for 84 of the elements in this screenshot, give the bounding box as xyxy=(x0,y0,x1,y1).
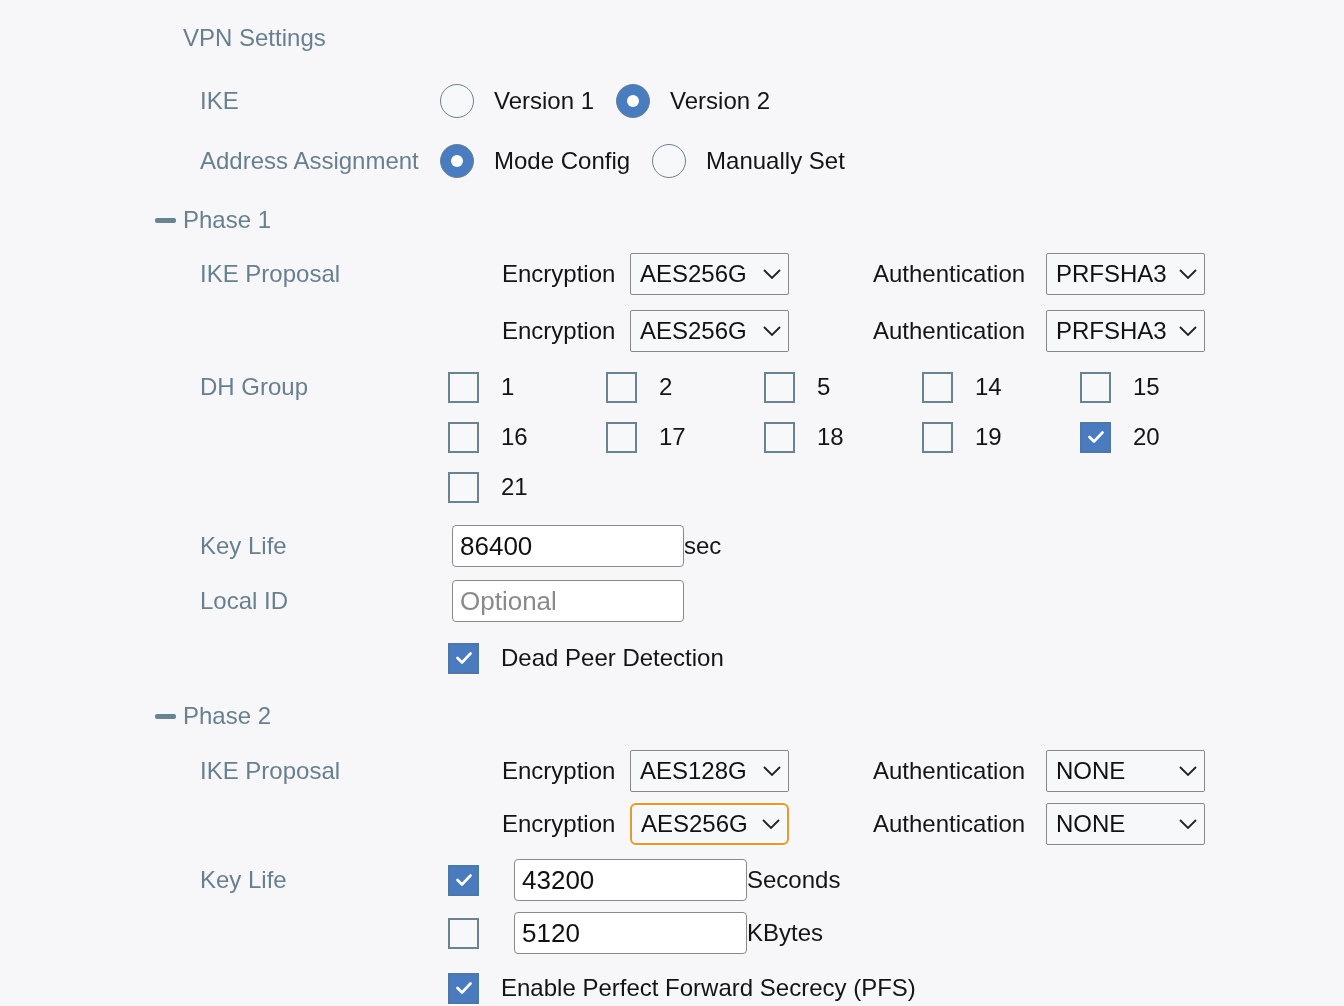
radio-button[interactable] xyxy=(652,144,687,178)
dropdown[interactable]: AES256G xyxy=(630,310,789,352)
text-field[interactable]: 86400 xyxy=(452,525,684,567)
checkbox[interactable] xyxy=(448,917,479,949)
checkbox-label[interactable]: 20 xyxy=(1133,419,1160,455)
field-label: Encryption xyxy=(502,809,616,839)
checkbox-label[interactable]: 21 xyxy=(501,469,528,505)
field-label: Local ID xyxy=(200,586,289,616)
field-label: IKE xyxy=(200,86,239,116)
checkbox-label[interactable]: 5 xyxy=(817,369,831,405)
text-field[interactable]: Optional xyxy=(452,580,684,622)
dropdown[interactable]: NONE xyxy=(1046,803,1205,845)
checkbox[interactable] xyxy=(1080,421,1111,453)
checkbox[interactable] xyxy=(448,421,479,453)
checkbox[interactable] xyxy=(606,421,637,453)
section-heading[interactable]: Phase 1 xyxy=(183,202,272,238)
checkbox[interactable] xyxy=(922,421,953,453)
field-label: Authentication xyxy=(873,756,1026,786)
checkbox-label[interactable]: 14 xyxy=(975,369,1002,405)
radio-label[interactable]: Mode Config xyxy=(494,143,631,179)
radio-label[interactable]: Version 2 xyxy=(670,83,771,119)
unit-label: KBytes xyxy=(747,918,824,948)
radio-button[interactable] xyxy=(616,84,651,118)
chevron-down-icon xyxy=(763,269,781,279)
checkbox[interactable] xyxy=(448,864,479,896)
checkbox[interactable] xyxy=(448,642,479,674)
checkmark-icon xyxy=(1087,431,1104,443)
checkbox-label[interactable]: 2 xyxy=(659,369,673,405)
dropdown[interactable]: AES256G xyxy=(630,253,789,295)
radio-label[interactable]: Version 1 xyxy=(494,83,595,119)
checkbox-label[interactable]: Dead Peer Detection xyxy=(501,640,724,676)
checkbox-label[interactable]: 17 xyxy=(659,419,686,455)
chevron-down-icon xyxy=(762,819,780,829)
checkbox-label[interactable]: 18 xyxy=(817,419,844,455)
field-label: Encryption xyxy=(502,259,616,289)
checkbox[interactable] xyxy=(1080,371,1111,403)
field-label: Address Assignment xyxy=(200,146,419,176)
field-label: DH Group xyxy=(200,372,309,402)
checkbox[interactable] xyxy=(606,371,637,403)
checkbox-label[interactable]: 16 xyxy=(501,419,528,455)
checkbox-label[interactable]: Enable Perfect Forward Secrecy (PFS) xyxy=(501,970,916,1006)
text-field[interactable]: 5120 xyxy=(514,912,747,954)
checkmark-icon xyxy=(455,982,472,994)
checkbox[interactable] xyxy=(448,471,479,503)
chevron-down-icon xyxy=(1179,766,1197,776)
checkmark-icon xyxy=(455,874,472,886)
field-label: Encryption xyxy=(502,756,616,786)
field-label: Authentication xyxy=(873,259,1026,289)
section-heading[interactable]: Phase 2 xyxy=(183,698,272,734)
checkbox[interactable] xyxy=(922,371,953,403)
checkbox-label[interactable]: 1 xyxy=(501,369,515,405)
unit-label: sec xyxy=(684,531,722,561)
dropdown[interactable]: AES256G xyxy=(630,803,789,845)
chevron-down-icon xyxy=(1179,819,1197,829)
radio-label[interactable]: Manually Set xyxy=(706,143,845,179)
checkbox[interactable] xyxy=(448,371,479,403)
field-label: IKE Proposal xyxy=(200,259,341,289)
checkbox[interactable] xyxy=(764,421,795,453)
checkbox-label[interactable]: 19 xyxy=(975,419,1002,455)
field-label: Authentication xyxy=(873,809,1026,839)
unit-label: Seconds xyxy=(747,865,841,895)
minus-icon[interactable] xyxy=(155,217,176,223)
field-label: Key Life xyxy=(200,865,287,895)
section-title: VPN Settings xyxy=(183,24,326,52)
field-label: IKE Proposal xyxy=(200,756,341,786)
field-label: Authentication xyxy=(873,316,1026,346)
text-field[interactable]: 43200 xyxy=(514,859,747,901)
checkbox-label[interactable]: 15 xyxy=(1133,369,1160,405)
dropdown[interactable]: NONE xyxy=(1046,750,1205,792)
field-label: Key Life xyxy=(200,531,287,561)
dropdown[interactable]: PRFSHA3 xyxy=(1046,253,1205,295)
radio-button[interactable] xyxy=(440,84,474,118)
chevron-down-icon xyxy=(763,326,781,336)
dropdown[interactable]: PRFSHA3 xyxy=(1046,310,1205,352)
checkbox[interactable] xyxy=(448,972,479,1004)
checkbox[interactable] xyxy=(764,371,795,403)
minus-icon[interactable] xyxy=(155,713,176,719)
chevron-down-icon xyxy=(1179,269,1197,279)
checkmark-icon xyxy=(455,652,472,664)
chevron-down-icon xyxy=(763,766,781,776)
field-label: Encryption xyxy=(502,316,616,346)
radio-button[interactable] xyxy=(440,144,474,178)
chevron-down-icon xyxy=(1179,326,1197,336)
dropdown[interactable]: AES128G xyxy=(630,750,789,792)
